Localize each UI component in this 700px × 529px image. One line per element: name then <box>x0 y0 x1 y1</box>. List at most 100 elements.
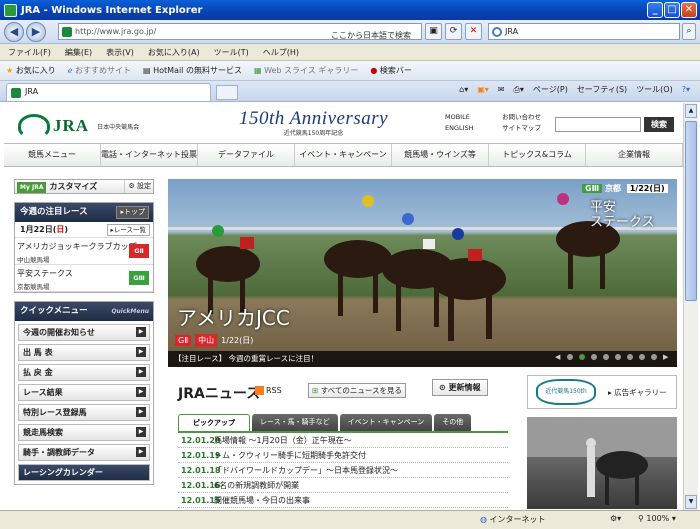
tools-menu[interactable]: ツール(O) <box>636 84 673 95</box>
updates-button[interactable]: ⊙ 更新情報 <box>432 379 488 396</box>
home-icon[interactable]: ⌂▾ <box>459 85 468 94</box>
stop-icon[interactable]: ✕ <box>465 23 482 40</box>
quick-item[interactable]: 今週の開催お知らせ ▶ <box>18 324 150 341</box>
slide-dot[interactable] <box>615 354 621 360</box>
quick-item[interactable]: レーシングカレンダー <box>18 464 150 481</box>
quick-menu-title-en: QuickMenu <box>111 308 149 315</box>
help-icon[interactable]: ?▾ <box>682 85 690 94</box>
site-search-input[interactable] <box>555 117 641 132</box>
vertical-scrollbar[interactable]: ▲ ▼ <box>683 103 698 510</box>
race-item[interactable]: 平安ステークス 京都競馬場 GⅢ <box>15 265 153 292</box>
refresh-icon[interactable]: ⟳ <box>445 23 462 40</box>
gnav-item[interactable]: データファイル <box>198 144 295 166</box>
customize-bar[interactable]: My JRA カスタマイズ ⚙ 設定 <box>14 179 154 194</box>
anniversary-banner[interactable]: 150th Anniversary 近代競馬150周年記念 <box>239 108 388 137</box>
slide-dot[interactable] <box>579 354 585 360</box>
hero-slideshow[interactable]: GⅢ 京都 1/22(日) 平安 ステークス アメリカJCC GⅡ 中山 1/22(日… <box>168 179 677 367</box>
race-item[interactable]: アメリカジョッキークラブカップ 中山競馬場 GⅡ <box>15 238 153 265</box>
historical-photo[interactable] <box>527 417 677 509</box>
menu-favorites[interactable]: お気に入り(A) <box>148 47 200 58</box>
fav-searchbar[interactable]: ● 検索バー <box>370 65 412 76</box>
slide-dot[interactable] <box>591 354 597 360</box>
quick-item[interactable]: 騎手・調教師データ ▶ <box>18 444 150 461</box>
protected-mode-icon[interactable]: ⚙▾ <box>610 514 621 523</box>
link-contact[interactable]: お問い合わせ <box>502 112 541 123</box>
mail-icon[interactable]: ✉ <box>498 85 505 94</box>
minimize-button[interactable]: _ <box>647 2 663 18</box>
slide-dot[interactable] <box>651 354 657 360</box>
scroll-up-icon[interactable]: ▲ <box>685 104 697 118</box>
quick-item[interactable]: 払 戻 金 ▶ <box>18 364 150 381</box>
tab-jra[interactable]: JRA <box>6 83 211 101</box>
gnav-item[interactable]: イベント・キャンペーン <box>295 144 392 166</box>
menu-view[interactable]: 表示(V) <box>106 47 134 58</box>
back-button[interactable]: ◀ <box>4 22 24 42</box>
fav-hotmail[interactable]: ▤ HotMail の無料サービス <box>143 65 242 76</box>
safety-menu[interactable]: セーフティ(S) <box>577 84 627 95</box>
address-bar[interactable]: http://www.jra.go.jp/ ここから日本語で検索(JWord) <box>58 23 422 55</box>
slide-dot[interactable] <box>639 354 645 360</box>
rss-link[interactable]: RSS <box>255 386 282 395</box>
print-icon[interactable]: ⎙▾ <box>513 85 523 95</box>
gnav-item[interactable]: 競馬メニュー <box>4 144 101 166</box>
quick-item[interactable]: 競走馬検索 ▶ <box>18 424 150 441</box>
top-button[interactable]: ▸トップ <box>116 206 149 219</box>
slide-dot[interactable] <box>567 354 573 360</box>
page-menu[interactable]: ページ(P) <box>533 84 568 95</box>
news-text: 「ドバイワールドカップデー」～日本馬登録状況～ <box>214 466 398 475</box>
menu-edit[interactable]: 編集(E) <box>65 47 92 58</box>
tab-pickup[interactable]: ピックアップ <box>178 414 250 431</box>
prev-slide-icon[interactable]: ◀ <box>555 354 561 361</box>
all-news-button[interactable]: ⊞ すべてのニュースを見る <box>308 383 406 398</box>
menu-tools[interactable]: ツール(T) <box>214 47 249 58</box>
right-race-title: 平安 ステークス <box>590 200 655 230</box>
compat-view-icon[interactable]: ▣ <box>425 23 442 40</box>
link-english[interactable]: ENGLISH <box>445 123 474 134</box>
tab-other[interactable]: その他 <box>434 414 472 431</box>
tab-event[interactable]: イベント・キャンペーン <box>339 414 433 431</box>
gnav-item[interactable]: 競馬場・ウインズ等 <box>392 144 489 166</box>
fav-suggested-sites[interactable]: ℯ おすすめサイト <box>68 65 131 76</box>
menu-file[interactable]: ファイル(F) <box>8 47 51 58</box>
gnav-item[interactable]: トピックス&コラム <box>489 144 586 166</box>
fav-webslice[interactable]: ▦ Web スライス ギャラリー <box>254 65 358 76</box>
quick-item[interactable]: レース結果 ▶ <box>18 384 150 401</box>
search-go-icon[interactable]: ⌕ <box>682 23 696 40</box>
race-list-button[interactable]: ▸レース一覧 <box>106 224 150 236</box>
favorites-button[interactable]: ★ お気に入り <box>6 65 56 76</box>
search-input[interactable]: JRA <box>488 23 680 40</box>
list-item[interactable]: 12.01.20 馬場情報 ～1月20日（金）正午現在～ <box>178 433 508 448</box>
settings-button[interactable]: ⚙ 設定 <box>124 180 151 193</box>
link-sitemap[interactable]: サイトマップ <box>502 123 541 134</box>
arrow-right-icon: ▶ <box>136 427 146 437</box>
new-tab-button[interactable] <box>216 85 238 100</box>
scroll-down-icon[interactable]: ▼ <box>685 495 697 509</box>
list-item[interactable]: 12.01.19 トム・クウィリー騎手に短期騎手免許交付 <box>178 448 508 463</box>
next-slide-icon[interactable]: ▶ <box>663 354 669 361</box>
zoom-control[interactable]: ⚲ 100% ▾ <box>638 514 676 523</box>
ad-gallery-banner[interactable]: 近代競馬150th ▸ 広告ギャラリー <box>527 375 677 409</box>
slide-dot[interactable] <box>603 354 609 360</box>
quick-item[interactable]: 出 馬 表 ▶ <box>18 344 150 361</box>
quick-item[interactable]: 特別レース登録馬 ▶ <box>18 404 150 421</box>
jra-logo[interactable]: JRA 日本中央競馬会 <box>18 114 139 138</box>
list-item[interactable]: 12.01.16 6名の新規調教師が開業 <box>178 478 508 493</box>
slide-dot[interactable] <box>627 354 633 360</box>
org-name: 日本中央競馬会 <box>97 123 140 131</box>
feeds-icon[interactable]: ▣▾ <box>477 85 489 94</box>
site-search-button[interactable]: 検索 <box>644 117 674 132</box>
list-item[interactable]: 12.01.18 「ドバイワールドカップデー」～日本馬登録状況～ <box>178 463 508 478</box>
gnav-item[interactable]: 電話・インターネット投票 <box>101 144 198 166</box>
link-mobile[interactable]: MOBILE <box>445 112 470 123</box>
ad-gallery-label: ▸ 広告ギャラリー <box>608 388 667 397</box>
list-item[interactable]: 12.01.15 開催競馬場・今日の出来事 <box>178 493 508 508</box>
forward-button[interactable]: ▶ <box>26 22 46 42</box>
maximize-button[interactable]: □ <box>664 2 680 18</box>
scroll-thumb[interactable] <box>685 121 697 301</box>
menu-help[interactable]: ヘルプ(H) <box>263 47 299 58</box>
address-url: http://www.jra.go.jp/ <box>75 27 157 36</box>
tab-race[interactable]: レース・馬・騎手など <box>252 414 338 431</box>
quick-item-label: 払 戻 金 <box>23 368 53 377</box>
close-button[interactable]: ✕ <box>681 2 697 18</box>
gnav-item[interactable]: 企業情報 <box>586 144 683 166</box>
